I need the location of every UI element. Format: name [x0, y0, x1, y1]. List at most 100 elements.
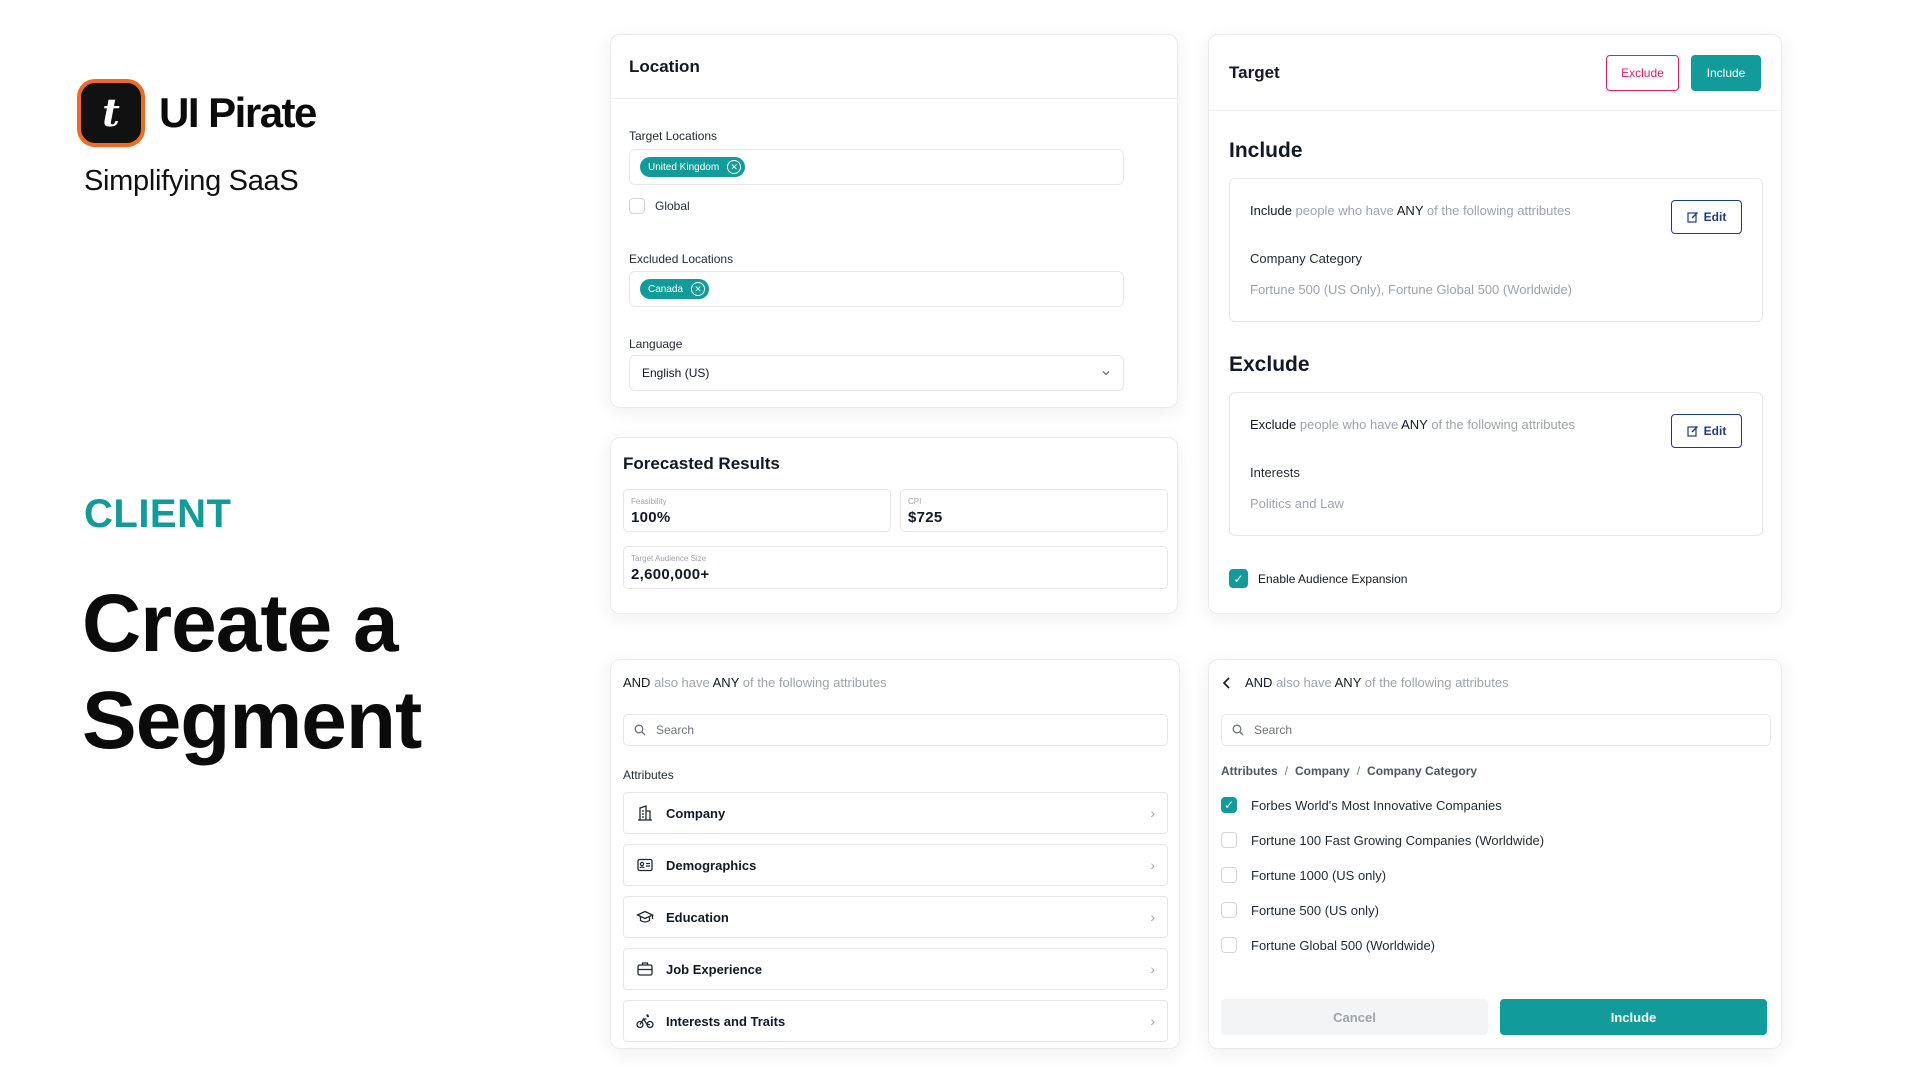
edit-exclude-button[interactable]: Edit — [1671, 414, 1742, 448]
breadcrumb-item: Company Category — [1367, 764, 1478, 778]
option-checkbox[interactable] — [1221, 832, 1237, 848]
location-chip: United Kingdom ✕ — [640, 157, 746, 177]
audience-expansion-checkbox[interactable]: ✓ — [1229, 569, 1248, 588]
back-arrow-icon[interactable] — [1221, 676, 1233, 690]
include-button[interactable]: Include — [1691, 54, 1761, 91]
target-title: Target — [1229, 62, 1280, 82]
attribute-interests-traits[interactable]: Interests and Traits › — [623, 1000, 1168, 1042]
chevron-right-icon: › — [1150, 857, 1155, 873]
brand-tagline: Simplifying SaaS — [84, 165, 299, 197]
language-label: Language — [629, 337, 683, 351]
category-search-input[interactable]: Search — [1221, 714, 1771, 746]
option-checkbox[interactable] — [1221, 867, 1237, 883]
cpi-label: CPI — [908, 497, 922, 506]
brand-logo: t UI Pirate — [77, 79, 317, 147]
language-select[interactable]: English (US) — [629, 355, 1124, 391]
attribute-job-experience[interactable]: Job Experience › — [623, 948, 1168, 990]
option-checkbox[interactable] — [1221, 937, 1237, 953]
edit-icon — [1687, 212, 1698, 223]
logo-glyph: t — [102, 90, 120, 135]
excluded-locations-input[interactable]: Canada ✕ — [629, 271, 1124, 307]
chevron-down-icon — [1102, 371, 1110, 376]
search-placeholder: Search — [1254, 723, 1293, 737]
exclude-category: Interests — [1250, 465, 1300, 480]
search-placeholder: Search — [656, 723, 695, 737]
briefcase-icon — [637, 962, 653, 976]
audience-size-stat: Target Audience Size 2,600,000+ — [623, 546, 1168, 589]
feasibility-stat: Feasibility 100% — [623, 489, 891, 532]
exclude-description: Exclude people who have ANY of the follo… — [1250, 417, 1576, 432]
target-card: Target Exclude Include Include Include p… — [1208, 34, 1782, 614]
feasibility-label: Feasibility — [631, 497, 667, 506]
target-actions: Exclude Include — [1606, 54, 1761, 91]
edit-include-button[interactable]: Edit — [1671, 200, 1742, 234]
and-attributes-description: AND also have ANY of the following attri… — [623, 675, 887, 690]
attributes-search-input[interactable]: Search — [623, 714, 1168, 746]
include-description: Include people who have ANY of the follo… — [1250, 203, 1571, 218]
forecast-card: Forecasted Results Feasibility 100% CPI … — [610, 437, 1178, 614]
remove-chip-icon[interactable]: ✕ — [691, 282, 706, 296]
include-category: Company Category — [1250, 251, 1362, 266]
edit-icon — [1687, 426, 1698, 437]
headline-line-1: Create a — [82, 578, 399, 669]
excluded-locations-label: Excluded Locations — [629, 252, 734, 266]
category-header: AND also have ANY of the following attri… — [1221, 675, 1509, 690]
global-option[interactable]: Global — [629, 198, 690, 214]
audience-expansion-option[interactable]: ✓ Enable Audience Expansion — [1229, 569, 1407, 588]
attributes-card: AND also have ANY of the following attri… — [610, 659, 1180, 1049]
company-category-card: AND also have ANY of the following attri… — [1208, 659, 1782, 1049]
chip-label: United Kingdom — [648, 161, 720, 173]
exclude-values: Politics and Law — [1250, 496, 1344, 511]
location-chip: Canada ✕ — [640, 279, 710, 299]
breadcrumb: Attributes / Company / Company Category — [1221, 764, 1478, 778]
location-card: Location Target Locations United Kingdom… — [610, 34, 1178, 408]
language-value: English (US) — [642, 366, 710, 380]
client-label: CLIENT — [84, 492, 232, 536]
option-checkbox[interactable]: ✓ — [1221, 797, 1237, 813]
chevron-right-icon: › — [1150, 805, 1155, 821]
exclude-button[interactable]: Exclude — [1606, 54, 1679, 91]
chevron-right-icon: › — [1150, 1013, 1155, 1029]
cancel-button[interactable]: Cancel — [1221, 999, 1488, 1035]
chevron-right-icon: › — [1150, 961, 1155, 977]
attribute-demographics[interactable]: Demographics › — [623, 844, 1168, 886]
audience-expansion-label: Enable Audience Expansion — [1258, 571, 1408, 586]
category-option[interactable]: ✓ Forbes World's Most Innovative Compani… — [1221, 797, 1502, 813]
breadcrumb-item[interactable]: Attributes — [1221, 764, 1278, 778]
headline-line-2: Segment — [82, 675, 422, 766]
building-icon — [638, 805, 652, 821]
include-category-button[interactable]: Include — [1500, 999, 1767, 1035]
global-checkbox[interactable] — [629, 198, 645, 214]
cpi-stat: CPI $725 — [900, 489, 1168, 532]
search-icon — [634, 724, 646, 736]
ui-pirate-logo-icon: t — [77, 79, 145, 147]
category-option[interactable]: Fortune 500 (US only) — [1221, 902, 1379, 918]
category-option[interactable]: Fortune 100 Fast Growing Companies (Worl… — [1221, 832, 1544, 848]
attribute-education[interactable]: Education › — [623, 896, 1168, 938]
search-icon — [1232, 724, 1244, 736]
audience-size-label: Target Audience Size — [631, 554, 707, 563]
exclude-heading: Exclude — [1229, 353, 1310, 376]
include-values: Fortune 500 (US Only), Fortune Global 50… — [1250, 282, 1573, 297]
option-checkbox[interactable] — [1221, 902, 1237, 918]
location-title: Location — [629, 57, 700, 76]
feasibility-value: 100% — [631, 509, 671, 526]
cpi-value: $725 — [908, 509, 943, 526]
target-locations-label: Target Locations — [629, 129, 718, 143]
audience-size-value: 2,600,000+ — [631, 566, 710, 583]
target-locations-input[interactable]: United Kingdom ✕ — [629, 149, 1124, 185]
chip-label: Canada — [648, 283, 684, 295]
global-label: Global — [655, 199, 690, 213]
attributes-section-label: Attributes — [623, 768, 674, 782]
bicycle-icon — [636, 1014, 654, 1029]
category-option[interactable]: Fortune Global 500 (Worldwide) — [1221, 937, 1435, 953]
attribute-company[interactable]: Company › — [623, 792, 1168, 834]
brand-name: UI Pirate — [159, 89, 317, 136]
chevron-right-icon: › — [1150, 909, 1155, 925]
category-option[interactable]: Fortune 1000 (US only) — [1221, 867, 1386, 883]
page-headline: Create a Segment — [82, 575, 582, 769]
remove-chip-icon[interactable]: ✕ — [727, 160, 742, 174]
include-attributes-box: Include people who have ANY of the follo… — [1229, 178, 1763, 322]
and-attributes-description: AND also have ANY of the following attri… — [1245, 675, 1509, 690]
breadcrumb-item[interactable]: Company — [1295, 764, 1350, 778]
